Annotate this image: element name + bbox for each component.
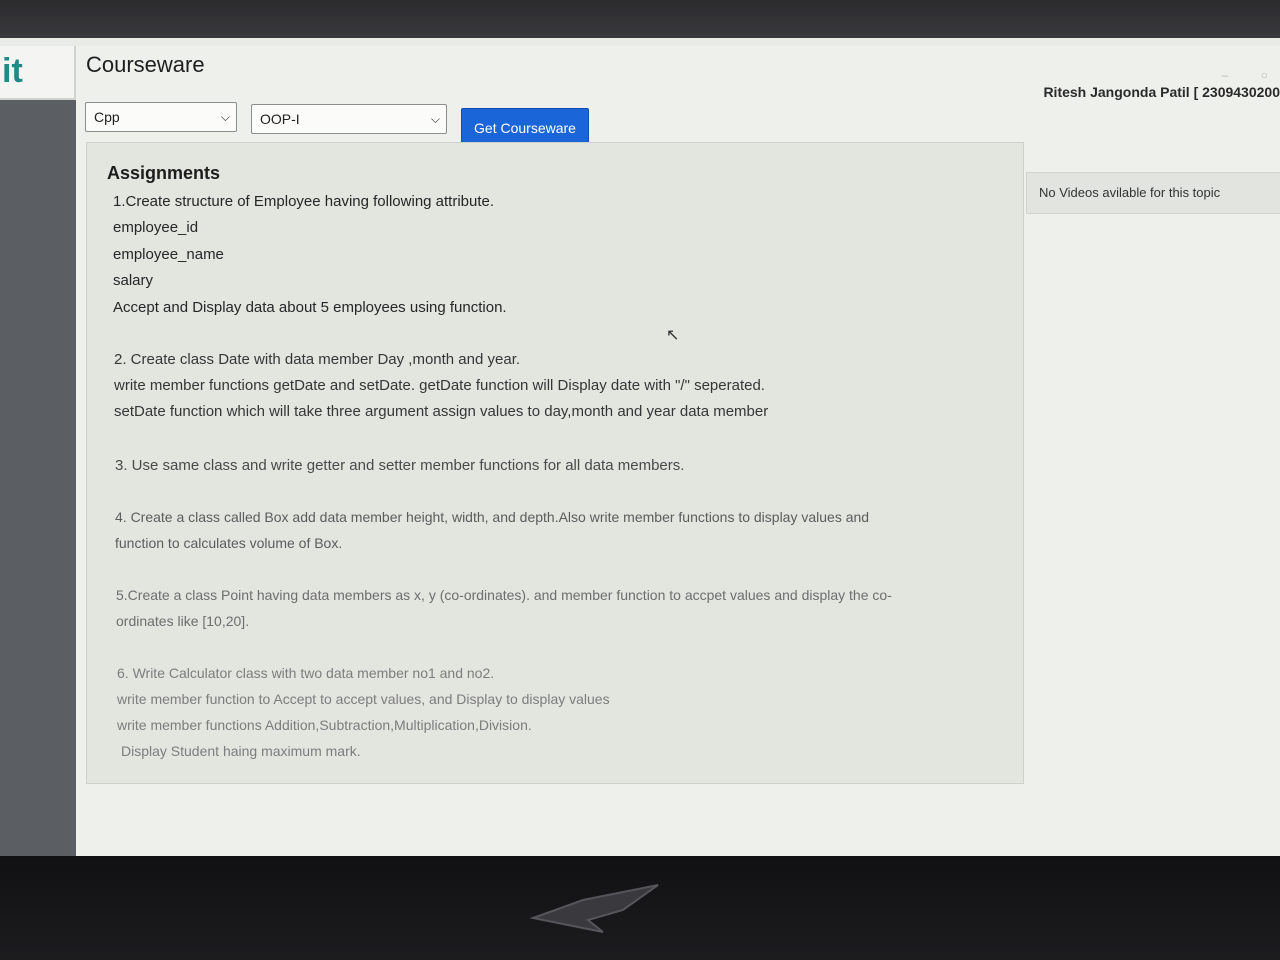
assignment-line: Display Student haing maximum mark. xyxy=(121,743,361,759)
main-area: Courseware – ○ Ritesh Jangonda Patil [ 2… xyxy=(76,46,1280,856)
assignment-line: 1.Create structure of Employee having fo… xyxy=(113,193,495,210)
assignment-line: setDate function which will take three a… xyxy=(114,403,769,420)
assignment-line: 3. Use same class and write getter and s… xyxy=(115,457,685,474)
assignment-line: 4. Create a class called Box add data me… xyxy=(115,509,870,525)
assignments-heading: Assignments xyxy=(107,163,221,183)
videos-panel: No Videos avilable for this topic xyxy=(1026,172,1280,214)
assignment-line: write member functions getDate and setDa… xyxy=(114,377,765,394)
subject-select[interactable]: Cpp ⌵ xyxy=(85,102,237,132)
monitor-bezel-top xyxy=(0,0,1280,40)
module-select[interactable]: OOP-I ⌵ xyxy=(251,104,447,134)
assignment-line: Accept and Display data about 5 employee… xyxy=(113,299,507,316)
user-name: Ritesh Jangonda Patil [ 2309430200 xyxy=(1043,84,1280,100)
rog-logo-icon xyxy=(529,884,659,933)
assignment-line: 6. Write Calculator class with two data … xyxy=(117,665,495,681)
assignments-panel: Assignments 1.Create structure of Employ… xyxy=(86,142,1024,784)
window-control-icon[interactable]: ○ xyxy=(1261,68,1268,82)
assignment-line: write member function to Accept to accep… xyxy=(117,691,610,707)
logo[interactable]: it xyxy=(0,46,76,100)
minimize-icon[interactable]: – xyxy=(1221,68,1228,82)
assignment-line: write member functions Addition,Subtract… xyxy=(117,717,532,733)
assignment-line: employee_name xyxy=(113,246,224,263)
subject-select-value: Cpp xyxy=(94,109,120,125)
assignment-line: salary xyxy=(113,272,154,289)
chevron-down-icon: ⌵ xyxy=(430,112,440,126)
screen: it Courseware – ○ Ritesh Jangonda Patil … xyxy=(0,38,1280,856)
module-select-value: OOP-I xyxy=(260,111,300,127)
assignment-line: 5.Create a class Point having data membe… xyxy=(116,587,892,603)
assignment-line: 2. Create class Date with data member Da… xyxy=(114,351,521,368)
assignment-line: function to calculates volume of Box. xyxy=(115,535,343,551)
assignment-line: ordinates like [10,20]. xyxy=(116,613,250,629)
logo-text: it xyxy=(2,52,23,90)
assignment-line: employee_id xyxy=(113,219,199,236)
page-title: Courseware xyxy=(86,52,205,77)
chevron-down-icon: ⌵ xyxy=(220,110,230,124)
no-videos-message: No Videos avilable for this topic xyxy=(1039,185,1221,200)
mouse-pointer-icon: ↖ xyxy=(666,327,680,344)
